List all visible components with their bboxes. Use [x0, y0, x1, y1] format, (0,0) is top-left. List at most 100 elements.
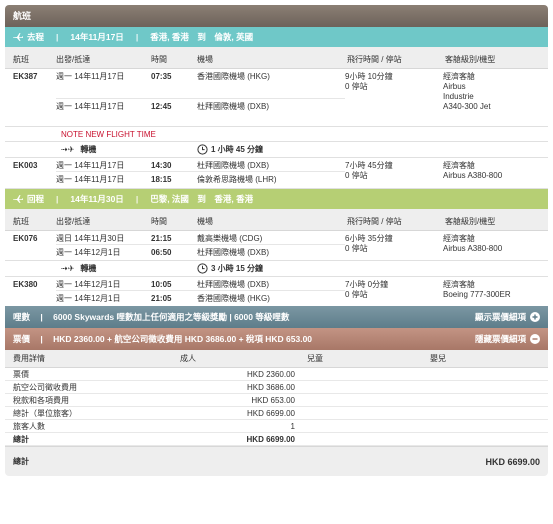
outbound-route: 香港, 香港 到 倫敦, 英國	[150, 32, 254, 42]
show-fare-details-label: 顯示票價細項	[474, 312, 526, 322]
header-flight: 航班	[13, 55, 29, 64]
flight-stops: 0 停站	[345, 244, 368, 253]
arrival-date: 週一 14年12月1日	[56, 294, 121, 303]
divider: |	[56, 32, 59, 42]
fare-row-adult-amount: HKD 3686.00	[246, 382, 295, 392]
arrival-time: 06:50	[151, 248, 172, 257]
header-depart-arrive: 出發/抵達	[56, 55, 91, 64]
transfer-arrows-icon: ⇢✈	[61, 264, 75, 273]
minus-icon	[530, 334, 540, 344]
header-airport: 機場	[197, 55, 213, 64]
fare-row: 總計 HKD 6699.00	[5, 433, 548, 446]
clock-icon	[197, 263, 208, 274]
header-time: 時間	[151, 55, 167, 64]
flight-code: EK387	[13, 72, 38, 81]
flight-code: EK003	[13, 161, 38, 170]
divider: |	[40, 312, 43, 322]
outbound-band: 去程 | 14年11月17日 | 香港, 香港 到 倫敦, 英國	[5, 27, 548, 47]
hide-fare-details-button[interactable]: 隱藏票價細項	[475, 333, 540, 345]
header-adult: 成人	[180, 354, 196, 363]
header-child: 兒童	[307, 354, 323, 363]
divider: |	[135, 32, 139, 42]
fare-label: 票價	[13, 334, 31, 344]
itinerary-panel: 航班 去程 | 14年11月17日 | 香港, 香港 到 倫敦, 英國 航班 出…	[5, 5, 548, 519]
grand-total-label: 總計	[13, 457, 29, 466]
fare-row-label: 總計	[13, 434, 29, 444]
divider: |	[56, 194, 59, 204]
return-date: 14年11月30日	[70, 194, 124, 204]
miles-label: 哩數	[13, 312, 31, 322]
aircraft-type: Airbus A380-800	[443, 171, 503, 180]
transfer-row: ⇢✈ 轉機 3 小時 15 分鐘	[5, 261, 548, 277]
fare-row: 稅款和各項費用 HKD 653.00	[5, 394, 548, 407]
flight-duration: 7小時 0分鐘	[345, 280, 389, 289]
flight-stops: 0 停站	[345, 171, 368, 180]
arrival-date: 週一 14年12月1日	[56, 248, 121, 257]
fare-row-label: 航空公司徵收費用	[13, 382, 77, 392]
return-label: 回程	[27, 194, 45, 204]
transfer-row: ⇢✈ 轉機 1 小時 45 分鐘	[5, 142, 548, 158]
fare-summary: HKD 2360.00 + 航空公司徵收費用 HKD 3686.00 + 稅項 …	[53, 334, 313, 344]
fare-row: 旅客人數 1	[5, 420, 548, 433]
grand-total-amount: HKD 6699.00	[485, 456, 540, 467]
flight-table-header: 航班 出發/抵達 時間 機場 飛行時間 / 停站 客艙級別/機型	[5, 47, 548, 69]
header-depart-arrive: 出發/抵達	[56, 217, 91, 226]
outbound-date: 14年11月17日	[70, 32, 124, 42]
fare-row-label: 總計（單位旅客）	[13, 408, 77, 418]
header-time: 時間	[151, 217, 167, 226]
transfer-label: 轉機	[80, 145, 97, 154]
departure-date: 週一 14年11月17日	[56, 161, 125, 170]
fare-row-label: 票價	[13, 369, 29, 379]
fare-row-label: 稅款和各項費用	[13, 395, 69, 405]
arrival-date: 週一 14年11月17日	[56, 175, 125, 184]
fare-rows: 票價 HKD 2360.00 航空公司徵收費用 HKD 3686.00 稅款和各項費用 H…	[5, 368, 548, 446]
departure-date: 週日 14年11月30日	[56, 234, 125, 243]
fare-band: 票價 | HKD 2360.00 + 航空公司徵收費用 HKD 3686.00 …	[5, 328, 548, 350]
fare-row-adult-amount: 1	[290, 421, 295, 431]
departure-airport: 香港國際機場 (HKG)	[197, 72, 270, 81]
departure-time: 07:35	[151, 72, 172, 81]
header-duration: 飛行時間 / 停站	[347, 217, 402, 226]
show-fare-details-button[interactable]: 顯示票價細項	[475, 311, 540, 323]
header-duration: 飛行時間 / 停站	[347, 55, 402, 64]
flight-stops: 0 停站	[345, 82, 368, 91]
fare-row-adult-amount: HKD 2360.00	[246, 369, 295, 379]
flight-table-header: 航班 出發/抵達 時間 機場 飛行時間 / 停站 客艙級別/機型	[5, 209, 548, 231]
fare-row-adult-amount: HKD 653.00	[251, 395, 295, 405]
divider: |	[40, 334, 43, 344]
fare-row-adult-amount: HKD 6699.00	[246, 408, 295, 418]
header-flight: 航班	[13, 217, 29, 226]
miles-text: 6000 Skywards 哩數加上任何適用之等級獎勵 | 6000 等級哩數	[53, 312, 290, 322]
arrival-time: 21:05	[151, 294, 172, 303]
fare-row: 總計（單位旅客） HKD 6699.00	[5, 407, 548, 420]
cabin-class: 經濟客艙	[443, 72, 475, 81]
arrival-date: 週一 14年11月17日	[56, 102, 125, 111]
transfer-label: 轉機	[80, 264, 97, 273]
transfer-duration: 3 小時 15 分鐘	[211, 264, 264, 273]
flight-row-ek380: EK380 週一 14年12月1日 10:05 杜拜國際機場 (DXB) 週一 …	[5, 277, 548, 306]
departure-date: 週一 14年11月17日	[56, 72, 125, 81]
plane-icon	[13, 33, 23, 41]
transfer-duration: 1 小時 45 分鐘	[211, 145, 264, 154]
flight-code: EK076	[13, 234, 38, 243]
departure-airport: 戴高樂機場 (CDG)	[197, 234, 263, 243]
return-route: 巴黎, 法國 到 香港, 香港	[150, 194, 254, 204]
cabin-class: 經濟客艙	[443, 234, 475, 243]
flight-row-ek076: EK076 週日 14年11月30日 21:15 戴高樂機場 (CDG) 週一 …	[5, 231, 548, 261]
arrival-time: 18:15	[151, 175, 172, 184]
flight-row-ek387: EK387 週一 14年11月17日 07:35 香港國際機場 (HKG) 週一…	[5, 69, 548, 127]
departure-airport: 杜拜國際機場 (DXB)	[197, 280, 269, 289]
departure-time: 21:15	[151, 234, 172, 243]
arrival-airport: 香港國際機場 (HKG)	[197, 294, 270, 303]
fare-row: 航空公司徵收費用 HKD 3686.00	[5, 381, 548, 394]
aircraft-type: Airbus Industrie A340-300 Jet	[443, 82, 491, 111]
flight-duration: 7小時 45分鐘	[345, 161, 393, 170]
arrival-airport: 倫敦希思路機場 (LHR)	[197, 175, 277, 184]
departure-airport: 杜拜國際機場 (DXB)	[197, 161, 269, 170]
arrival-time: 12:45	[151, 102, 172, 111]
hide-fare-details-label: 隱藏票價細項	[474, 334, 526, 344]
cabin-class: 經濟客艙	[443, 161, 475, 170]
flight-stops: 0 停站	[345, 290, 368, 299]
fare-table-header: 費用詳情 成人 兒童 嬰兒	[5, 350, 548, 368]
aircraft-type: Boeing 777-300ER	[443, 290, 511, 299]
